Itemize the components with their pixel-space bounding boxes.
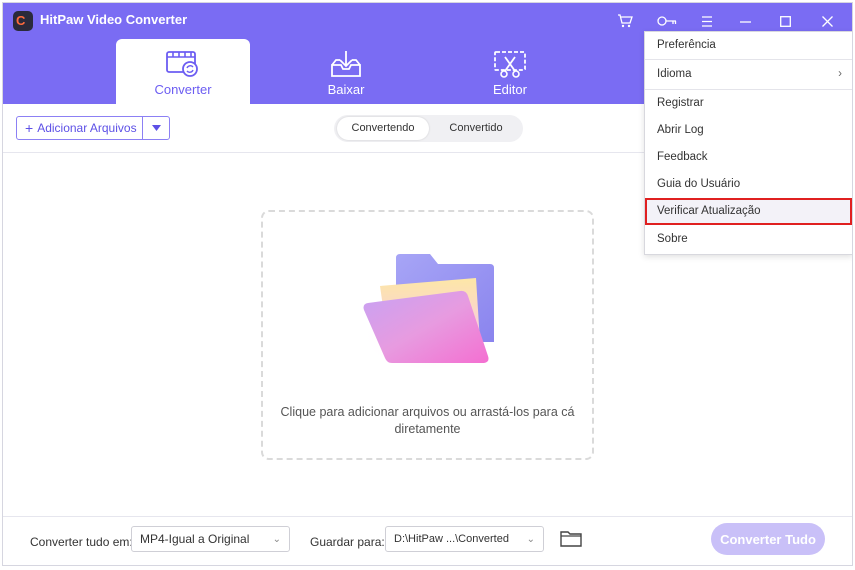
segment-convertido[interactable]: Convertido — [432, 117, 520, 140]
cart-icon[interactable] — [614, 11, 636, 31]
chevron-right-icon: › — [838, 68, 842, 80]
output-format-value: MP4-Igual a Original — [140, 532, 250, 546]
output-format-select[interactable]: MP4-Igual a Original ⌄ — [131, 526, 290, 552]
scissors-edit-icon — [494, 51, 526, 78]
add-files-button-group: + Adicionar Arquivos — [16, 116, 170, 140]
key-icon[interactable] — [656, 11, 678, 31]
tab-baixar-label: Baixar — [327, 82, 365, 97]
tab-baixar[interactable]: Baixar — [279, 39, 413, 104]
menu-item-abrir-log[interactable]: Abrir Log — [645, 117, 852, 144]
app-title: HitPaw Video Converter — [40, 12, 188, 27]
menu-item-idioma[interactable]: Idioma › — [645, 60, 852, 90]
close-icon[interactable] — [816, 11, 838, 31]
menu-item-label: Verificar Atualização — [657, 205, 761, 217]
download-tray-icon — [331, 51, 361, 77]
maximize-icon[interactable] — [774, 11, 796, 31]
drop-zone-text: Clique para adicionar arquivos ou arrast… — [263, 404, 592, 438]
tab-converter[interactable]: Converter — [116, 39, 250, 104]
plus-icon: + — [25, 120, 34, 136]
add-files-label: Adicionar Arquivos — [37, 121, 137, 135]
save-to-label: Guardar para: — [310, 535, 385, 549]
chevron-down-icon: ⌄ — [526, 534, 535, 545]
menu-icon[interactable] — [696, 11, 718, 31]
menu-item-sobre[interactable]: Sobre — [645, 225, 852, 254]
menu-item-verificar-atualizacao[interactable]: Verificar Atualização — [645, 198, 852, 225]
status-segment: Convertendo Convertido — [334, 115, 523, 142]
footer-bar: Converter tudo em: MP4-Igual a Original … — [3, 516, 852, 565]
tab-converter-label: Converter — [154, 82, 212, 97]
add-files-dropdown[interactable] — [142, 117, 169, 139]
menu-item-label: Feedback — [657, 151, 708, 163]
folder-outline-icon — [560, 531, 582, 547]
film-convert-icon — [166, 51, 198, 77]
tab-editor[interactable]: Editor — [443, 39, 577, 104]
convert-all-button[interactable]: Converter Tudo — [711, 523, 825, 555]
menu-item-label: Preferência — [657, 39, 716, 51]
menu-item-label: Abrir Log — [657, 124, 704, 136]
output-path-select[interactable]: D:\HitPaw ...\Converted ⌄ — [385, 526, 544, 552]
convert-all-to-label: Converter tudo em: — [30, 535, 133, 549]
drop-zone-text-line1: Clique para adicionar arquivos ou arrast… — [280, 405, 575, 419]
app-logo: C — [13, 11, 33, 31]
menu-item-preferencia[interactable]: Preferência — [645, 32, 852, 60]
menu-item-registrar[interactable]: Registrar — [645, 90, 852, 117]
output-path-value: D:\HitPaw ...\Converted — [394, 533, 509, 545]
folder-icon — [362, 254, 498, 372]
menu-item-label: Sobre — [657, 233, 688, 245]
drop-zone-text-line2: diretamente — [394, 422, 461, 436]
add-files-button[interactable]: + Adicionar Arquivos — [17, 117, 142, 139]
menu-item-label: Registrar — [657, 97, 704, 109]
caret-down-icon — [151, 125, 161, 131]
file-drop-zone[interactable]: Clique para adicionar arquivos ou arrast… — [261, 210, 594, 460]
menu-item-guia-do-usuario[interactable]: Guia do Usuário — [645, 171, 852, 198]
app-window: C HitPaw Video Converter Converter Baixa… — [2, 2, 853, 566]
minimize-icon[interactable] — [734, 11, 756, 31]
main-menu-dropdown: Preferência Idioma › Registrar Abrir Log … — [644, 31, 852, 255]
menu-item-feedback[interactable]: Feedback — [645, 144, 852, 171]
menu-item-label: Guia do Usuário — [657, 178, 741, 190]
open-folder-button[interactable] — [560, 530, 582, 550]
menu-item-label: Idioma — [657, 68, 692, 80]
chevron-down-icon: ⌄ — [272, 534, 281, 545]
segment-convertendo[interactable]: Convertendo — [337, 117, 429, 140]
tab-editor-label: Editor — [493, 82, 527, 97]
